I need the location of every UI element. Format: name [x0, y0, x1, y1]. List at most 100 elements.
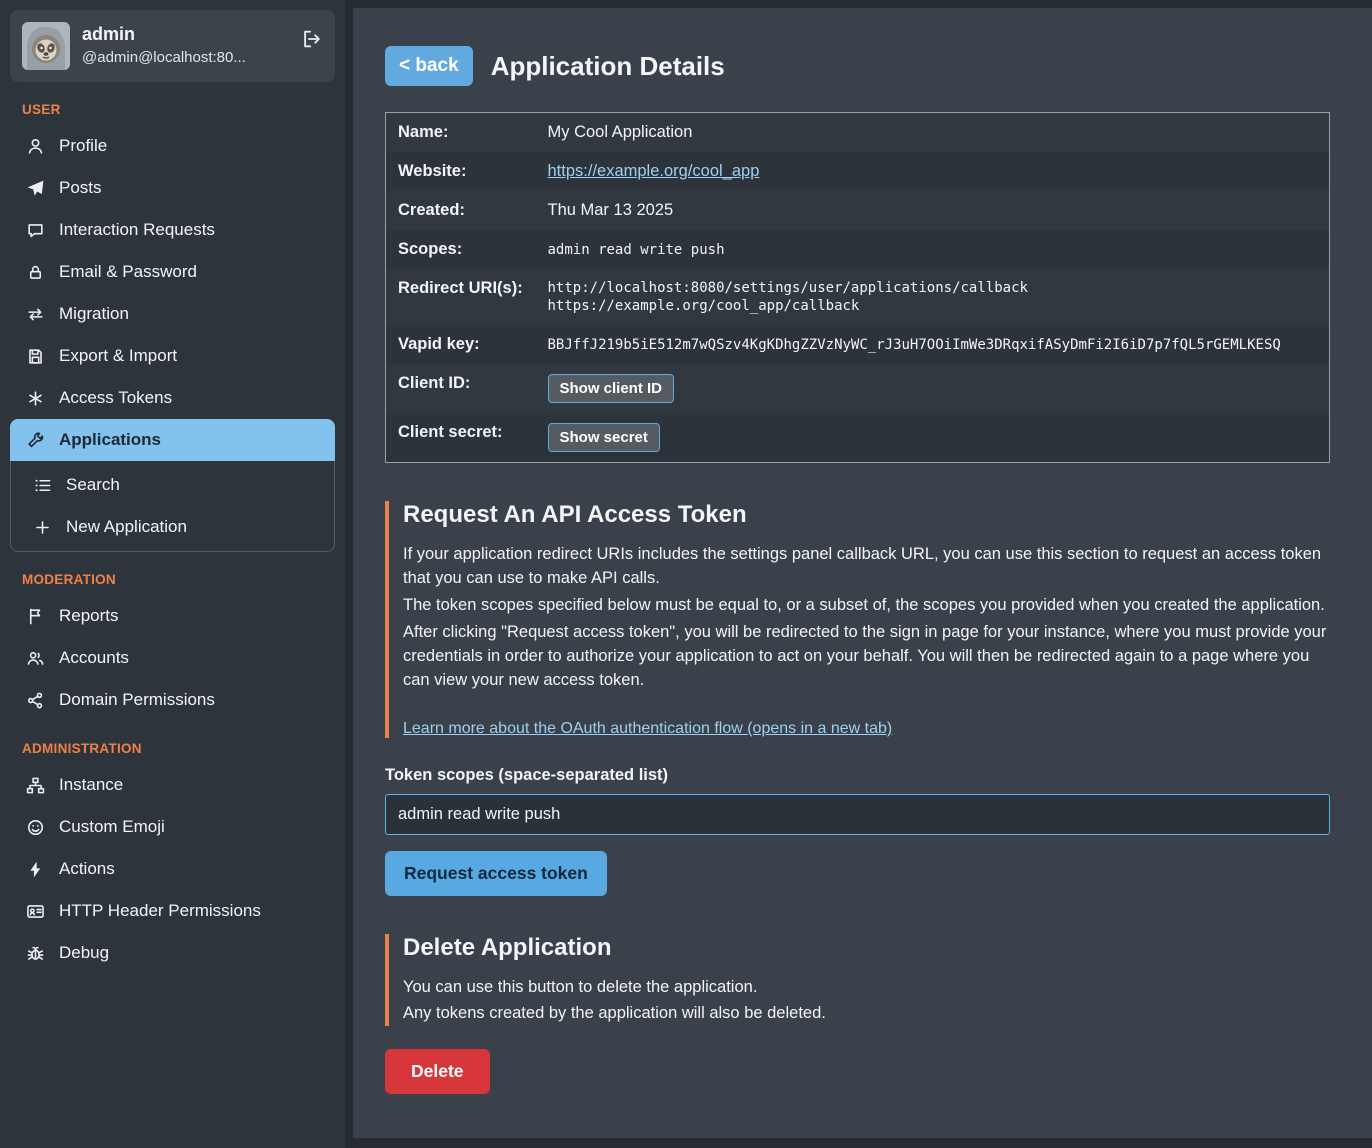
sidebar-item-label: New Application	[66, 517, 187, 537]
sidebar-item-label: Accounts	[59, 648, 129, 668]
info-value-vapid-key: BBJffJ219b5iE512m7wQSzv4KgKDhgZZVzNyWC_r…	[536, 325, 1330, 364]
user-handle: @admin@localhost:80...	[82, 49, 289, 66]
token-scopes-input[interactable]	[385, 794, 1330, 835]
user-card[interactable]: admin @admin@localhost:80...	[10, 10, 335, 82]
sidebar-item-label: Access Tokens	[59, 388, 172, 408]
flag-icon	[24, 607, 46, 626]
info-value-redirect-uri-s: http://localhost:8080/settings/user/appl…	[536, 269, 1330, 325]
user-name: admin	[82, 24, 289, 45]
token-section: Request An API Access Token If your appl…	[385, 501, 1330, 738]
id-card-icon	[24, 902, 46, 921]
sitemap-icon	[24, 776, 46, 795]
sidebar-item-actions[interactable]: Actions	[10, 848, 335, 890]
sidebar-item-label: Domain Permissions	[59, 690, 215, 710]
sidebar-item-search[interactable]: Search	[11, 464, 334, 506]
sidebar-item-label: Profile	[59, 136, 107, 156]
delete-section-title: Delete Application	[403, 934, 1330, 962]
info-label-client-id: Client ID:	[386, 364, 536, 413]
sidebar-item-label: Search	[66, 475, 120, 495]
sidebar-item-label: Actions	[59, 859, 115, 879]
info-value-client-secret: Show secret	[536, 413, 1330, 463]
nav-section-label-moderation: MODERATION	[22, 572, 323, 587]
users-icon	[24, 649, 46, 668]
sidebar-item-reports[interactable]: Reports	[10, 595, 335, 637]
sidebar-item-new-application[interactable]: New Application	[11, 506, 334, 548]
token-section-paragraph: The token scopes specified below must be…	[403, 594, 1330, 618]
sidebar-item-domain-permissions[interactable]: Domain Permissions	[10, 679, 335, 721]
info-row-name: Name:My Cool Application	[386, 113, 1330, 153]
sidebar-item-label: Migration	[59, 304, 129, 324]
sidebar-item-access-tokens[interactable]: Access Tokens	[10, 377, 335, 419]
sidebar-item-export-import[interactable]: Export & Import	[10, 335, 335, 377]
info-label-name: Name:	[386, 113, 536, 153]
mono-value: admin read write push	[548, 242, 725, 258]
sign-out-icon[interactable]	[301, 28, 323, 50]
redirect-uri: http://localhost:8080/settings/user/appl…	[548, 279, 1318, 297]
user-icon	[24, 137, 46, 156]
sidebar-item-accounts[interactable]: Accounts	[10, 637, 335, 679]
token-section-text: If your application redirect URIs includ…	[403, 543, 1330, 693]
info-row-created: Created:Thu Mar 13 2025	[386, 191, 1330, 230]
nav-group-applications: Applications Search New Application	[10, 419, 335, 552]
sidebar-item-instance[interactable]: Instance	[10, 764, 335, 806]
token-scopes-label: Token scopes (space-separated list)	[385, 766, 1330, 785]
user-meta: admin @admin@localhost:80...	[82, 22, 289, 66]
show-client-secret-show-button[interactable]: Show secret	[548, 423, 660, 452]
request-access-token-button[interactable]: Request access token	[385, 851, 607, 896]
submenu-applications: Search New Application	[10, 461, 335, 552]
asterisk-icon	[24, 389, 46, 408]
application-info-table: Name:My Cool ApplicationWebsite:https://…	[385, 112, 1330, 463]
delete-section: Delete Application You can use this butt…	[385, 934, 1330, 1027]
info-row-scopes: Scopes:admin read write push	[386, 230, 1330, 269]
sidebar-item-email-password[interactable]: Email & Password	[10, 251, 335, 293]
info-label-redirect-uri-s: Redirect URI(s):	[386, 269, 536, 325]
share-nodes-icon	[24, 691, 46, 710]
sidebar-item-http-header-permissions[interactable]: HTTP Header Permissions	[10, 890, 335, 932]
mono-value: BBJffJ219b5iE512m7wQSzv4KgKDhgZZVzNyWC_r…	[548, 337, 1281, 353]
sidebar-item-debug[interactable]: Debug	[10, 932, 335, 974]
sidebar-item-applications[interactable]: Applications	[10, 419, 335, 461]
sidebar-item-label: Export & Import	[59, 346, 177, 366]
sidebar-item-custom-emoji[interactable]: Custom Emoji	[10, 806, 335, 848]
sidebar-item-interaction-requests[interactable]: Interaction Requests	[10, 209, 335, 251]
main-panel: < back Application Details Name:My Cool …	[353, 8, 1372, 1138]
info-value-website: https://example.org/cool_app	[536, 152, 1330, 191]
tools-icon	[24, 431, 46, 450]
lock-icon	[24, 263, 46, 282]
info-value-name: My Cool Application	[536, 113, 1330, 153]
sidebar-item-profile[interactable]: Profile	[10, 125, 335, 167]
transfer-arrows-icon	[24, 305, 46, 324]
website-link[interactable]: https://example.org/cool_app	[548, 162, 760, 180]
plus-icon	[31, 518, 53, 537]
bolt-icon	[24, 860, 46, 879]
sidebar-item-posts[interactable]: Posts	[10, 167, 335, 209]
nav-section-label-user: USER	[22, 102, 323, 117]
sidebar-item-label: HTTP Header Permissions	[59, 901, 261, 921]
oauth-docs-link[interactable]: Learn more about the OAuth authenticatio…	[403, 720, 892, 738]
info-label-vapid-key: Vapid key:	[386, 325, 536, 364]
nav-section-label-administration: ADMINISTRATION	[22, 741, 323, 756]
paper-plane-icon	[24, 179, 46, 198]
list-icon	[31, 476, 53, 495]
info-label-created: Created:	[386, 191, 536, 230]
show-client-id-show-button[interactable]: Show client ID	[548, 374, 675, 403]
sidebar-nav: USER Profile Posts Interaction RequestsEmai…	[0, 102, 345, 974]
sidebar-item-label: Reports	[59, 606, 119, 626]
comment-icon	[24, 221, 46, 240]
sidebar-item-migration[interactable]: Migration	[10, 293, 335, 335]
floppy-icon	[24, 347, 46, 366]
sidebar-item-label: Posts	[59, 178, 102, 198]
info-row-website: Website:https://example.org/cool_app	[386, 152, 1330, 191]
info-value-created: Thu Mar 13 2025	[536, 191, 1330, 230]
delete-application-button[interactable]: Delete	[385, 1049, 490, 1094]
bug-icon	[24, 944, 46, 963]
back-button[interactable]: < back	[385, 46, 473, 86]
delete-section-line: Any tokens created by the application wi…	[403, 1002, 1330, 1026]
token-section-paragraph: After clicking "Request access token", y…	[403, 621, 1330, 693]
delete-section-text: You can use this button to delete the ap…	[403, 976, 1330, 1027]
info-row-redirect-uri-s: Redirect URI(s): http://localhost:8080/se…	[386, 269, 1330, 325]
info-value-scopes: admin read write push	[536, 230, 1330, 269]
smiley-icon	[24, 818, 46, 837]
page-header: < back Application Details	[385, 46, 1330, 86]
sidebar-item-label: Custom Emoji	[59, 817, 165, 837]
